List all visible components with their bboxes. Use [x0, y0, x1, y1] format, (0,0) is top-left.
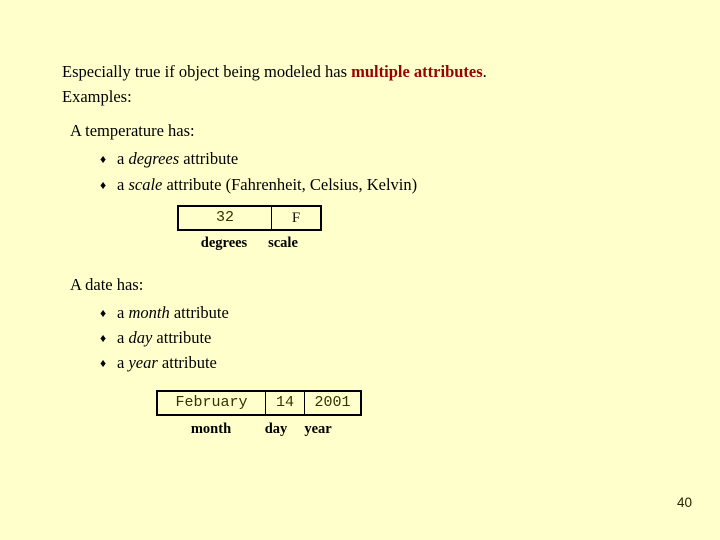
intro-emphasis-text: multiple attributes	[351, 62, 483, 81]
diamond-bullet-icon: ♦	[100, 178, 107, 192]
caption-scale: scale	[268, 235, 298, 251]
slide-canvas: Especially true if object being modeled …	[0, 0, 720, 540]
date-bullet-day: ♦ a day attribute	[100, 328, 211, 348]
temperature-value-table: 32 F	[177, 205, 322, 231]
bullet-attribute-name: month	[128, 303, 170, 322]
table-row: February 14 2001	[156, 390, 362, 416]
date-month-cell: February	[156, 390, 266, 416]
diamond-bullet-icon: ♦	[100, 152, 107, 166]
intro-prefix-text: Especially true if object being modeled …	[62, 62, 352, 81]
temperature-scale-cell: F	[271, 205, 322, 231]
date-year-cell: 2001	[304, 390, 362, 416]
caption-degrees: degrees	[200, 235, 248, 251]
date-value-table: February 14 2001	[156, 390, 362, 416]
bullet-attribute-name: year	[128, 353, 158, 372]
bullet-suffix: attribute	[179, 149, 239, 168]
examples-label: Examples:	[62, 87, 132, 106]
diamond-bullet-icon: ♦	[100, 331, 107, 345]
date-heading: A date has:	[70, 275, 144, 294]
bullet-prefix: a	[117, 353, 129, 372]
bullet-suffix: attribute	[169, 303, 229, 322]
bullet-attribute-name: degrees	[128, 149, 180, 168]
caption-year: year	[304, 421, 332, 437]
intro-sentence: Especially true if object being modeled …	[62, 59, 487, 84]
diamond-bullet-icon: ♦	[100, 306, 107, 320]
date-bullet-month: ♦ a month attribute	[100, 303, 229, 323]
bullet-prefix: a	[117, 175, 129, 194]
date-bullet-year: ♦ a year attribute	[100, 353, 217, 373]
bullet-suffix: attribute	[157, 353, 217, 372]
bullet-prefix: a	[117, 149, 129, 168]
caption-month: month	[190, 421, 232, 437]
temperature-degrees-cell: 32	[177, 205, 272, 231]
bullet-prefix: a	[117, 328, 129, 347]
date-day-cell: 14	[265, 390, 305, 416]
bullet-suffix: attribute (Fahrenheit, Celsius, Kelvin)	[162, 175, 418, 194]
bullet-suffix: attribute	[152, 328, 212, 347]
bullet-prefix: a	[117, 303, 129, 322]
temperature-bullet-degrees: ♦ a degrees attribute	[100, 149, 238, 169]
bullet-attribute-name: scale	[128, 175, 163, 194]
intro-suffix-text: .	[482, 62, 487, 81]
temperature-heading: A temperature has:	[70, 121, 195, 140]
caption-day: day	[264, 421, 288, 437]
table-row: 32 F	[177, 205, 322, 231]
temperature-bullet-scale: ♦ a scale attribute (Fahrenheit, Celsius,…	[100, 175, 417, 195]
page-number: 40	[676, 495, 692, 510]
bullet-attribute-name: day	[128, 328, 153, 347]
diamond-bullet-icon: ♦	[100, 356, 107, 370]
